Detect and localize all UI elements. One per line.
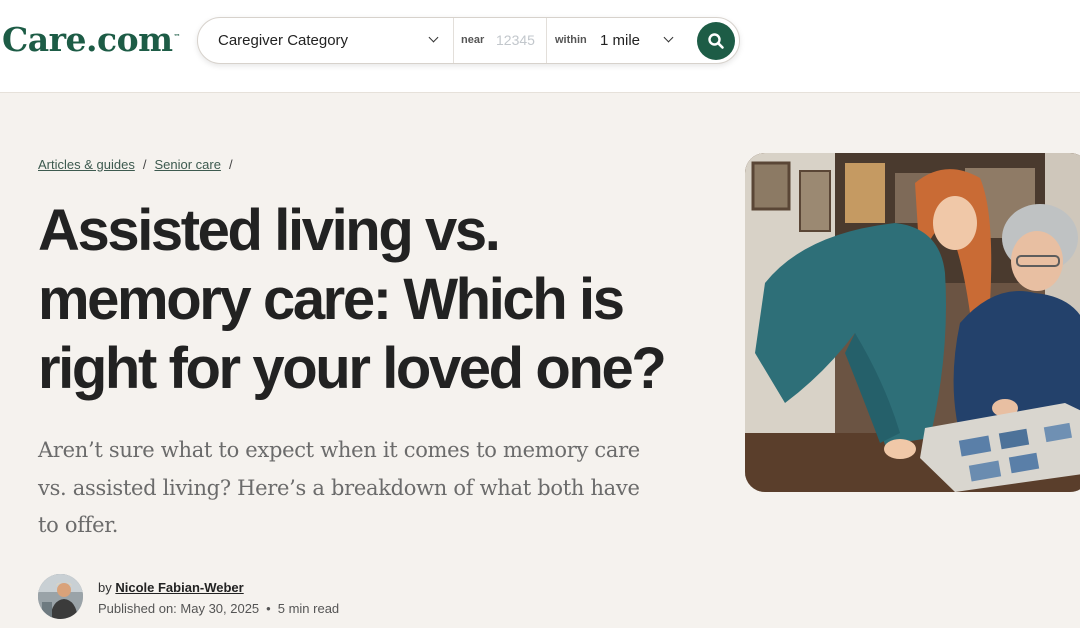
chevron-down-icon — [663, 32, 674, 43]
caregiver-search-bar: Caregiver Category near within 1 mile — [197, 17, 740, 64]
hero-image — [745, 153, 1080, 492]
chevron-down-icon — [428, 32, 439, 43]
near-zip-field: near — [454, 18, 547, 63]
within-distance-select[interactable]: within 1 mile — [547, 18, 687, 63]
article-meta: Published on: May 30, 2025 • 5 min read — [98, 601, 339, 616]
site-header: Care.com™ Caregiver Category near within… — [0, 0, 1080, 93]
within-label: within — [555, 34, 587, 46]
breadcrumb-separator: / — [142, 157, 147, 172]
breadcrumb-articles-guides[interactable]: Articles & guides — [38, 157, 135, 172]
caregiver-category-select[interactable]: Caregiver Category — [198, 18, 454, 63]
article-title: Assisted living vs. memory care: Which i… — [38, 198, 667, 401]
article-subtitle: Aren’t sure what to expect when it comes… — [38, 438, 640, 537]
published-date: Published on: May 30, 2025 — [98, 601, 260, 616]
breadcrumb-senior-care[interactable]: Senior care — [154, 157, 220, 172]
caregiver-category-label: Caregiver Category — [218, 32, 349, 49]
breadcrumb: Articles & guides / Senior care / — [38, 157, 241, 172]
within-value: 1 mile — [600, 32, 641, 49]
breadcrumb-separator: / — [228, 157, 233, 172]
read-time: 5 min read — [277, 601, 340, 616]
search-button[interactable] — [697, 22, 735, 60]
care-logo[interactable]: Care.com™ — [2, 20, 181, 59]
author-link[interactable]: Nicole Fabian-Weber — [115, 580, 243, 595]
author-avatar[interactable] — [38, 574, 83, 619]
near-label: near — [461, 34, 485, 46]
byline-prefix: by — [98, 580, 112, 595]
search-icon — [708, 33, 724, 49]
zip-input[interactable] — [496, 32, 544, 48]
meta-separator: • — [266, 601, 271, 616]
byline: by Nicole Fabian-Weber — [98, 580, 244, 595]
